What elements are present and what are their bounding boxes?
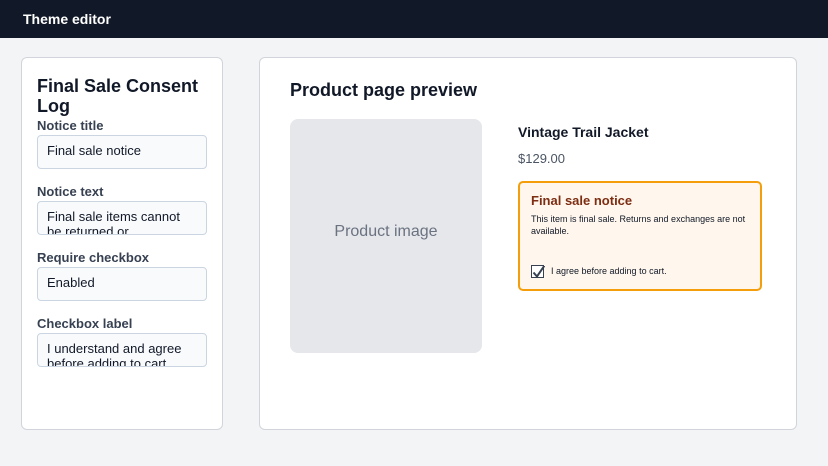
notice-title-input[interactable]: Final sale notice (37, 135, 207, 169)
preview-panel: Product page preview Product image Vinta… (259, 57, 797, 430)
notice-title: Final sale notice (531, 193, 633, 208)
require-checkbox-label: Require checkbox (37, 250, 149, 265)
require-checkbox-select[interactable]: Enabled (37, 267, 207, 301)
notice-text: This item is final sale. Returns and exc… (531, 214, 746, 236)
checkbox-label-input[interactable]: I understand and agree before adding to … (37, 333, 207, 367)
notice-text-label: Notice text (37, 184, 104, 199)
settings-panel: Final Sale Consent Log Notice title Fina… (21, 57, 223, 430)
checkbox-label-label: Checkbox label (37, 316, 133, 331)
settings-title: Final Sale Consent Log (37, 76, 199, 116)
notice-title-label: Notice title (37, 118, 104, 133)
product-image-label: Product image (334, 223, 438, 240)
consent-checkbox[interactable] (531, 264, 546, 279)
app-title: Theme editor (23, 11, 111, 27)
preview-title: Product page preview (290, 80, 478, 100)
checkmark-icon (532, 264, 546, 279)
final-sale-notice: Final sale notice This item is final sal… (518, 181, 762, 291)
consent-label: I agree before adding to cart. (551, 266, 667, 276)
top-bar: Theme editor (0, 0, 828, 38)
product-image-placeholder: Product image (290, 119, 482, 353)
notice-text-input[interactable]: Final sale items cannot be returned or e… (37, 201, 207, 235)
product-price: $129.00 (518, 151, 565, 166)
product-name: Vintage Trail Jacket (518, 124, 649, 140)
